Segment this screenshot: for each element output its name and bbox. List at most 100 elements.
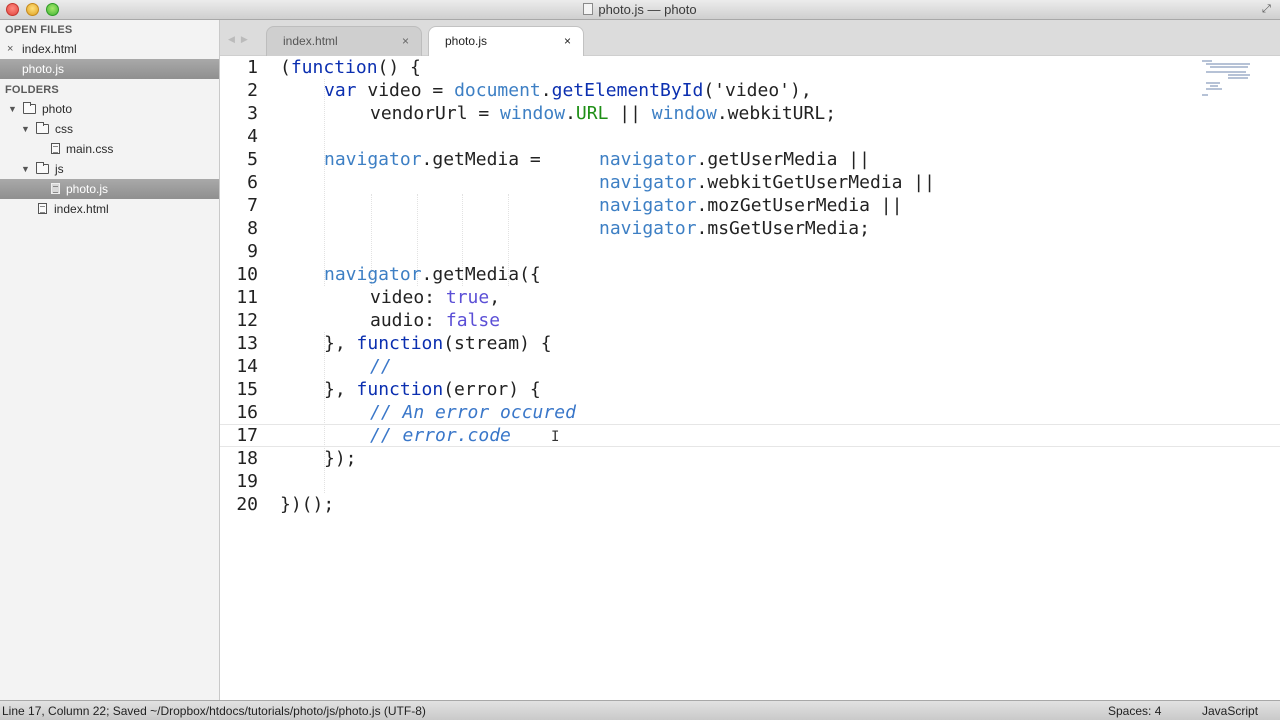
- code-token: .webkitGetUserMedia ||: [696, 172, 935, 193]
- status-bar: Line 17, Column 22; Saved ~/Dropbox/htdo…: [0, 700, 1280, 720]
- code-token: ('video'),: [703, 80, 812, 101]
- code-token-object: navigator: [324, 264, 422, 285]
- code-line-13[interactable]: }, function(stream) {: [324, 332, 552, 355]
- minimap-line: [1210, 66, 1248, 68]
- line-number: 8: [247, 218, 258, 239]
- code-line-5[interactable]: navigator.getMedia =: [324, 148, 584, 171]
- code-token: .getUserMedia ||: [696, 149, 870, 170]
- tab-close-icon[interactable]: ×: [402, 27, 409, 55]
- code-line-8[interactable]: navigator.msGetUserMedia;: [599, 217, 870, 240]
- code-token-object: navigator: [324, 149, 422, 170]
- line-number: 17: [236, 425, 258, 446]
- code-line-6[interactable]: navigator.webkitGetUserMedia ||: [599, 171, 935, 194]
- disclosure-open-icon[interactable]: ▼: [8, 99, 17, 119]
- code-line-15[interactable]: }, function(error) {: [324, 378, 541, 401]
- code-line-7[interactable]: navigator.mozGetUserMedia ||: [599, 194, 902, 217]
- line-number: 6: [247, 172, 258, 193]
- code-token: .mozGetUserMedia ||: [696, 195, 903, 216]
- tab-photo-js[interactable]: photo.js ×: [428, 26, 584, 56]
- code-token-object: navigator: [599, 218, 697, 239]
- code-token: .: [540, 80, 552, 101]
- minimap-line: [1206, 63, 1250, 65]
- status-message: Line 17, Column 22; Saved ~/Dropbox/htdo…: [2, 704, 426, 718]
- folder-label: photo: [42, 102, 73, 116]
- code-line-5-continued[interactable]: navigator.getUserMedia ||: [599, 148, 870, 171]
- document-icon: [583, 3, 594, 15]
- folders-header: FOLDERS: [5, 84, 59, 96]
- code-token: .getMedia =: [421, 149, 585, 170]
- folder-js[interactable]: ▼ js: [0, 159, 219, 179]
- line-number: 10: [236, 264, 258, 285]
- line-number: 3: [247, 103, 258, 124]
- code-token: vendorUrl =: [370, 103, 501, 124]
- code-line-16[interactable]: // An error occured: [370, 401, 576, 424]
- code-editor[interactable]: 1 2 3 4 5 6 7 8 9 10 11 12 13 14 15 16 1…: [220, 56, 1280, 700]
- code-line-20[interactable]: })();: [280, 493, 334, 516]
- tab-bar: ◀▶ index.html × photo.js ×: [220, 20, 1280, 56]
- minimap[interactable]: [1200, 58, 1260, 98]
- syntax-selector[interactable]: JavaScript: [1202, 701, 1258, 720]
- folder-css[interactable]: ▼ css: [0, 119, 219, 139]
- code-token: .getMedia({: [421, 264, 541, 285]
- code-token-comment: // error.code: [370, 425, 511, 446]
- folder-icon: [36, 122, 49, 134]
- file-icon: [51, 143, 60, 154]
- file-main-css[interactable]: main.css: [0, 139, 219, 159]
- code-token: (stream) {: [443, 333, 552, 354]
- code-line-18[interactable]: });: [324, 447, 357, 470]
- code-line-3[interactable]: vendorUrl = window.URL || window.webkitU…: [370, 102, 836, 125]
- code-token: video:: [370, 287, 446, 308]
- folder-label: js: [55, 162, 64, 176]
- window-title: photo.js — photo: [0, 2, 1280, 17]
- code-token-keyword: function: [356, 333, 444, 354]
- open-file-photo-js[interactable]: photo.js: [0, 59, 219, 79]
- folder-photo[interactable]: ▼ photo: [0, 99, 219, 119]
- file-icon: [51, 183, 60, 194]
- open-file-index-html[interactable]: × index.html: [0, 39, 219, 59]
- line-number: 2: [247, 80, 258, 101]
- code-token: video =: [356, 80, 455, 101]
- code-token-object: window: [651, 103, 717, 124]
- tab-index-html[interactable]: index.html ×: [266, 26, 422, 56]
- minimap-line: [1202, 60, 1212, 62]
- code-token-constant: URL: [575, 103, 609, 124]
- disclosure-open-icon[interactable]: ▼: [21, 119, 30, 139]
- tab-scroll-arrows-icon[interactable]: ◀▶: [228, 34, 254, 45]
- minimap-line: [1206, 88, 1222, 90]
- file-label: main.css: [66, 142, 114, 156]
- disclosure-open-icon[interactable]: ▼: [21, 159, 30, 179]
- code-token-method: getElementById: [551, 80, 704, 101]
- tab-close-icon[interactable]: ×: [564, 27, 571, 55]
- code-line-11[interactable]: video: true,: [370, 286, 500, 309]
- line-number: 18: [236, 448, 258, 469]
- folder-icon: [23, 102, 36, 114]
- fullscreen-icon[interactable]: ⤢: [1262, 3, 1274, 15]
- file-index-html[interactable]: index.html: [0, 199, 219, 219]
- code-token: },: [324, 333, 357, 354]
- code-line-10[interactable]: navigator.getMedia({: [324, 263, 541, 286]
- indentation-selector[interactable]: Spaces: 4: [1108, 701, 1161, 720]
- line-number: 11: [236, 287, 258, 308]
- line-number: 9: [247, 241, 258, 262]
- code-token-comment: //: [370, 356, 392, 377]
- line-number: 20: [236, 494, 258, 515]
- code-token: },: [324, 379, 357, 400]
- code-line-2[interactable]: var video = document.getElementById('vid…: [324, 79, 812, 102]
- tab-label: index.html: [283, 34, 338, 48]
- code-token: ||: [608, 103, 652, 124]
- line-number: 12: [236, 310, 258, 331]
- code-token: () {: [377, 57, 421, 78]
- code-token-keyword: function: [356, 379, 444, 400]
- code-line-1[interactable]: (function() {: [280, 56, 421, 79]
- code-line-12[interactable]: audio: false: [370, 309, 500, 332]
- code-token-object: document: [454, 80, 541, 101]
- code-line-17[interactable]: // error.code: [370, 424, 511, 447]
- minimap-line: [1228, 77, 1248, 79]
- code-line-14[interactable]: //: [370, 355, 392, 378]
- file-label: index.html: [54, 202, 109, 216]
- file-photo-js[interactable]: photo.js: [0, 179, 219, 199]
- code-token-object: navigator: [599, 149, 697, 170]
- code-token-boolean: false: [445, 310, 501, 331]
- line-number: 4: [247, 126, 258, 147]
- close-icon[interactable]: ×: [7, 39, 13, 59]
